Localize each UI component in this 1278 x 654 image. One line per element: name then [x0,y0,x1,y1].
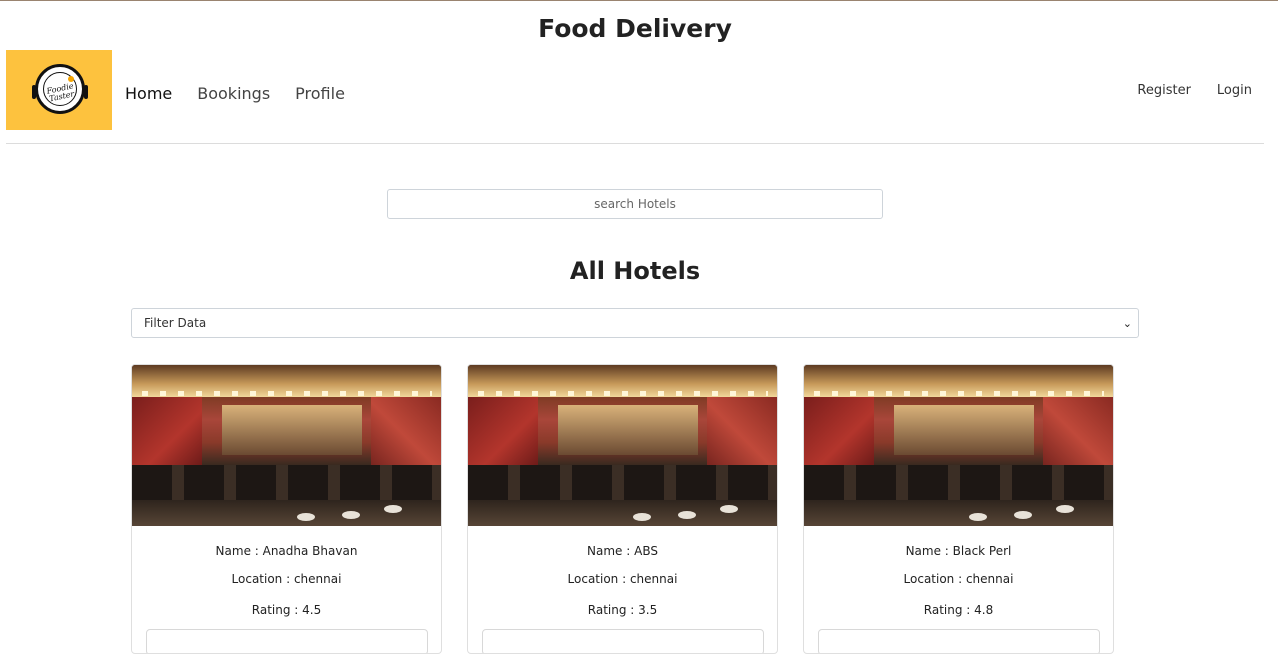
main-nav: Home Bookings Profile [125,84,370,103]
hotel-card[interactable]: Name : Anadha Bhavan Location : chennai … [131,364,442,654]
hotel-location: Location : chennai [231,572,342,586]
app-title: Food Delivery [538,14,732,43]
nav-profile[interactable]: Profile [295,84,345,103]
spoon-icon [32,85,36,99]
chevron-down-icon: ⌄ [1122,316,1132,330]
nav-home[interactable]: Home [125,84,172,103]
fork-icon [84,85,88,99]
hotel-name: Name : ABS [587,544,658,558]
hotel-location: Location : chennai [903,572,1014,586]
logo[interactable]: Foodie Taster [6,50,112,130]
hotel-rating: Rating : 3.5 [587,603,658,617]
hotel-image [468,365,777,526]
hotel-name: Name : Anadha Bhavan [215,544,358,558]
hotel-rating: Rating : 4.5 [251,603,322,617]
nav-login[interactable]: Login [1217,83,1252,98]
hotel-location: Location : chennai [567,572,678,586]
filter-selected-value: Filter Data [144,316,207,330]
hotel-image [132,365,441,526]
nav-register[interactable]: Register [1137,83,1191,98]
nav-bookings[interactable]: Bookings [197,84,270,103]
hotel-card[interactable]: Name : Black Perl Location : chennai Rat… [803,364,1114,654]
hotel-rating: Rating : 4.8 [923,603,994,617]
header-divider [6,143,1264,144]
hotel-name: Name : Black Perl [905,544,1012,558]
filter-select[interactable]: Filter Data ⌄ [131,308,1139,338]
search-input[interactable] [387,189,883,219]
logo-emblem-icon: Foodie Taster [32,64,88,114]
hotel-image [804,365,1113,526]
auth-nav: Register Login [1111,83,1252,98]
section-title: All Hotels [569,257,701,285]
logo-dot [68,76,74,82]
hotel-card[interactable]: Name : ABS Location : chennai Rating : 3… [467,364,778,654]
logo-text: Foodie Taster [45,81,76,104]
